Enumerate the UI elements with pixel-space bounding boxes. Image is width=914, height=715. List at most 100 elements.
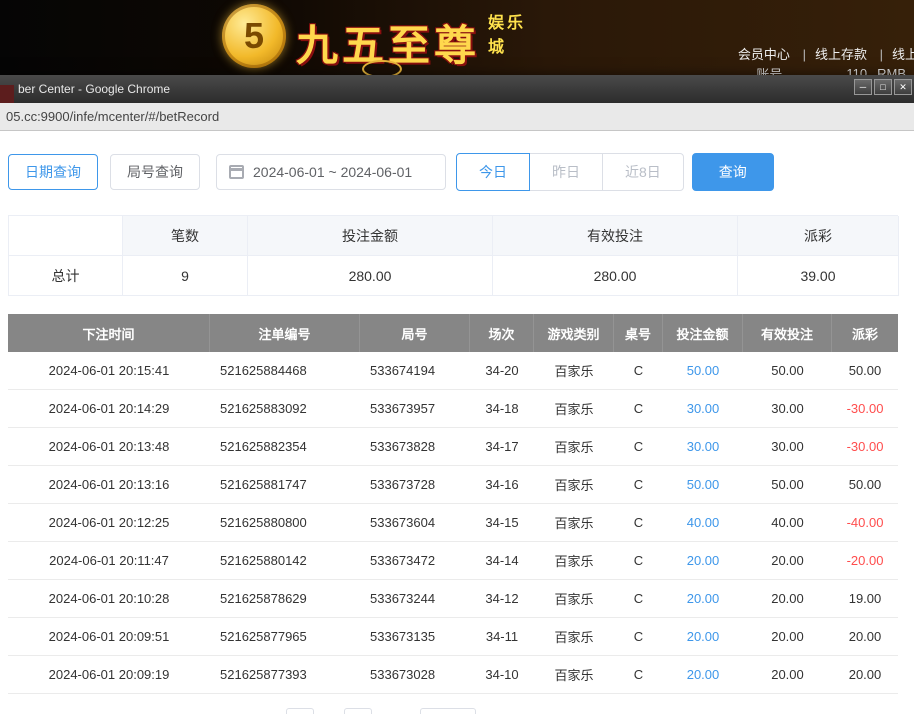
brand-subtitle: 娱乐城 <box>488 15 527 56</box>
table-row: 2024-06-01 20:11:47 521625880142 5336734… <box>8 542 898 580</box>
cell-payout: -20.00 <box>846 553 884 568</box>
cell-payout: 50.00 <box>848 363 882 378</box>
summary-bet-amount-value: 280.00 <box>248 256 493 296</box>
cell-round: 533673828 <box>370 439 436 454</box>
summary-header-payout: 派彩 <box>738 216 899 256</box>
summary-valid-bet-value: 280.00 <box>493 256 738 296</box>
bet-amount-link[interactable]: 40.00 <box>663 504 743 541</box>
cell-bet-id: 521625882354 <box>220 439 307 454</box>
pagination-prev-button[interactable] <box>286 708 314 714</box>
cell-payout: 20.00 <box>848 629 882 644</box>
cell-bet-id: 521625880800 <box>220 515 307 530</box>
summary-table: 笔数 投注金额 有效投注 派彩 总计 9 280.00 280.00 39.00 <box>8 215 899 296</box>
cell-session: 34-20 <box>485 363 519 378</box>
cell-valid-bet: 30.00 <box>771 439 804 454</box>
cell-valid-bet: 50.00 <box>771 477 804 492</box>
cell-game-type: 百家乐 <box>554 554 594 569</box>
date-range-value: 2024-06-01 ~ 2024-06-01 <box>253 164 413 180</box>
summary-corner-cell <box>9 216 123 256</box>
table-row: 2024-06-01 20:15:41 521625884468 5336741… <box>8 352 898 390</box>
cell-game-type: 百家乐 <box>554 364 594 379</box>
column-header-bet-time: 下注时间 <box>8 314 210 352</box>
summary-header-bet-amount: 投注金额 <box>248 216 493 256</box>
cell-payout: 19.00 <box>848 591 882 606</box>
column-header-round: 局号 <box>360 314 470 352</box>
cell-bet-time: 2024-06-01 20:10:28 <box>48 591 170 606</box>
pagination-page-button[interactable] <box>344 708 372 714</box>
column-header-game-type: 游戏类别 <box>534 314 614 352</box>
window-title-bar[interactable]: ber Center - Google Chrome ─ □ ✕ <box>0 75 914 103</box>
chrome-window: ber Center - Google Chrome ─ □ ✕ 05.cc:9… <box>0 75 914 715</box>
bet-record-table: 下注时间 注单编号 局号 场次 游戏类别 桌号 投注金额 有效投注 派彩 202… <box>8 314 898 694</box>
summary-header-count: 笔数 <box>123 216 248 256</box>
cell-session: 34-10 <box>485 667 519 682</box>
bet-amount-link[interactable]: 20.00 <box>663 618 743 655</box>
cell-bet-time: 2024-06-01 20:13:16 <box>48 477 170 492</box>
cell-valid-bet: 30.00 <box>771 401 804 416</box>
bet-amount-link[interactable]: 50.00 <box>663 352 743 389</box>
nav-online-withdraw[interactable]: 线上取款 <box>871 47 914 62</box>
column-header-session: 场次 <box>470 314 534 352</box>
cell-valid-bet: 40.00 <box>771 515 804 530</box>
cell-valid-bet: 50.00 <box>771 363 804 378</box>
cell-table-no: C <box>633 477 644 492</box>
cell-bet-time: 2024-06-01 20:09:19 <box>48 667 170 682</box>
quick-range-group: 今日 昨日 近8日 <box>456 153 684 191</box>
bet-amount-link[interactable]: 20.00 <box>663 580 743 617</box>
brand-coin-number: 5 <box>243 15 265 56</box>
quick-range-today[interactable]: 今日 <box>456 153 530 191</box>
search-button[interactable]: 查询 <box>691 153 774 191</box>
bet-amount-link[interactable]: 50.00 <box>663 466 743 503</box>
summary-total-label: 总计 <box>9 256 123 296</box>
window-favicon-icon <box>0 85 14 103</box>
minimize-button[interactable]: ─ <box>854 79 872 95</box>
table-row: 2024-06-01 20:13:16 521625881747 5336737… <box>8 466 898 504</box>
cell-bet-id: 521625883092 <box>220 401 307 416</box>
cell-table-no: C <box>633 401 644 416</box>
cell-round: 533673472 <box>370 553 436 568</box>
cell-bet-id: 521625880142 <box>220 553 307 568</box>
cell-round: 533673244 <box>370 591 436 606</box>
cell-game-type: 百家乐 <box>554 592 594 607</box>
cell-session: 34-11 <box>485 629 519 644</box>
cell-session: 34-14 <box>485 553 519 568</box>
cell-table-no: C <box>633 553 644 568</box>
summary-count-value: 9 <box>123 256 248 296</box>
close-button[interactable]: ✕ <box>894 79 912 95</box>
cell-bet-id: 521625881747 <box>220 477 307 492</box>
nav-online-deposit[interactable]: 线上存款 <box>794 47 867 62</box>
column-header-bet-id: 注单编号 <box>210 314 360 352</box>
bet-amount-link[interactable]: 20.00 <box>663 542 743 579</box>
table-row: 2024-06-01 20:10:28 521625878629 5336732… <box>8 580 898 618</box>
pagination-size-select[interactable] <box>420 708 476 714</box>
table-row: 2024-06-01 20:14:29 521625883092 5336739… <box>8 390 898 428</box>
url-text[interactable]: 05.cc:9900/infe/mcenter/#/betRecord <box>6 109 219 124</box>
bet-amount-link[interactable]: 30.00 <box>663 428 743 465</box>
cell-bet-id: 521625877965 <box>220 629 307 644</box>
cell-valid-bet: 20.00 <box>771 629 804 644</box>
date-query-button[interactable]: 日期查询 <box>8 154 98 190</box>
cell-valid-bet: 20.00 <box>771 553 804 568</box>
cell-round: 533673957 <box>370 401 436 416</box>
cell-bet-id: 521625877393 <box>220 667 307 682</box>
cell-table-no: C <box>633 629 644 644</box>
nav-member-center[interactable]: 会员中心 <box>738 47 790 62</box>
cell-table-no: C <box>633 667 644 682</box>
cell-payout: -30.00 <box>846 401 884 416</box>
address-bar[interactable]: 05.cc:9900/infe/mcenter/#/betRecord <box>0 103 914 131</box>
summary-total-row: 总计 9 280.00 280.00 39.00 <box>9 256 899 296</box>
cell-session: 34-18 <box>485 401 519 416</box>
bet-amount-link[interactable]: 20.00 <box>663 656 743 693</box>
bet-amount-link[interactable]: 30.00 <box>663 390 743 427</box>
date-range-picker[interactable]: 2024-06-01 ~ 2024-06-01 <box>216 154 446 190</box>
cell-round: 533673028 <box>370 667 436 682</box>
cell-bet-time: 2024-06-01 20:11:47 <box>49 553 169 568</box>
quick-range-8days[interactable]: 近8日 <box>602 153 684 191</box>
bet-table-header-row: 下注时间 注单编号 局号 场次 游戏类别 桌号 投注金额 有效投注 派彩 <box>8 314 898 352</box>
window-title: ber Center - Google Chrome <box>18 82 171 96</box>
cell-bet-time: 2024-06-01 20:12:25 <box>48 515 170 530</box>
maximize-button[interactable]: □ <box>874 79 892 95</box>
quick-range-yesterday[interactable]: 昨日 <box>529 153 603 191</box>
cell-bet-id: 521625884468 <box>220 363 307 378</box>
round-query-button[interactable]: 局号查询 <box>110 154 200 190</box>
